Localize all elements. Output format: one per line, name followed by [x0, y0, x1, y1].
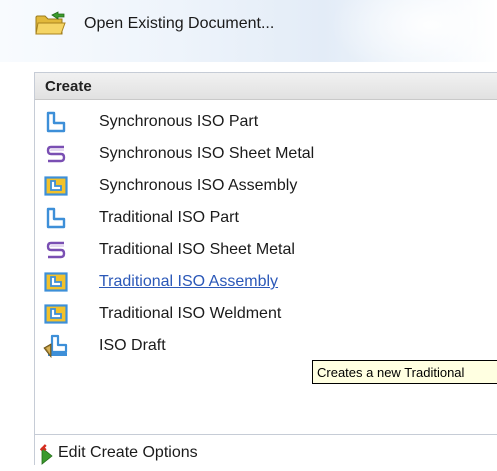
open-existing-document-link[interactable]: Open Existing Document...: [34, 10, 274, 38]
assembly-icon: [43, 173, 69, 199]
section-divider: [34, 434, 497, 435]
create-item-traditional-iso-sheet-metal[interactable]: Traditional ISO Sheet Metal: [35, 234, 495, 266]
create-item-synchronous-iso-assembly[interactable]: Synchronous ISO Assembly: [35, 170, 495, 202]
create-item-synchronous-iso-part[interactable]: Synchronous ISO Part: [35, 106, 495, 138]
part-icon: [43, 109, 69, 135]
create-item-label: Traditional ISO Sheet Metal: [99, 241, 295, 258]
sheet-metal-icon: [43, 141, 69, 167]
create-item-label: Synchronous ISO Assembly: [99, 177, 298, 194]
edit-create-options-label: Edit Create Options: [58, 444, 198, 461]
open-existing-document-label: Open Existing Document...: [84, 15, 275, 32]
weldment-icon: [43, 301, 69, 327]
recent-panel: Open Existing Document...: [0, 0, 497, 62]
create-item-synchronous-iso-sheet-metal[interactable]: Synchronous ISO Sheet Metal: [35, 138, 495, 170]
create-item-traditional-iso-assembly[interactable]: Traditional ISO Assembly: [35, 266, 495, 298]
part-icon: [43, 205, 69, 231]
sheet-metal-icon: [43, 237, 69, 263]
draft-icon: [43, 333, 69, 359]
create-item-iso-draft[interactable]: ISO Draft: [35, 330, 495, 362]
folder-open-icon: [34, 10, 74, 38]
panel-glow: [330, 0, 497, 62]
create-item-label: Traditional ISO Part: [99, 209, 239, 226]
create-item-traditional-iso-weldment[interactable]: Traditional ISO Weldment: [35, 298, 495, 330]
create-item-traditional-iso-part[interactable]: Traditional ISO Part: [35, 202, 495, 234]
create-section-header: Create: [35, 73, 497, 100]
edit-options-icon: [39, 444, 54, 471]
edit-create-options-link[interactable]: Edit Create Options: [39, 444, 198, 471]
tooltip: Creates a new Traditional: [312, 360, 497, 384]
create-item-label: ISO Draft: [99, 337, 166, 354]
assembly-icon: [43, 269, 69, 295]
create-section: Create Synchronous ISO Part Synchronous …: [34, 72, 497, 465]
create-item-label: Synchronous ISO Sheet Metal: [99, 145, 315, 162]
create-item-label: Traditional ISO Weldment: [99, 305, 282, 322]
create-item-label: Synchronous ISO Part: [99, 113, 259, 130]
create-item-label-hovered: Traditional ISO Assembly: [99, 273, 279, 290]
